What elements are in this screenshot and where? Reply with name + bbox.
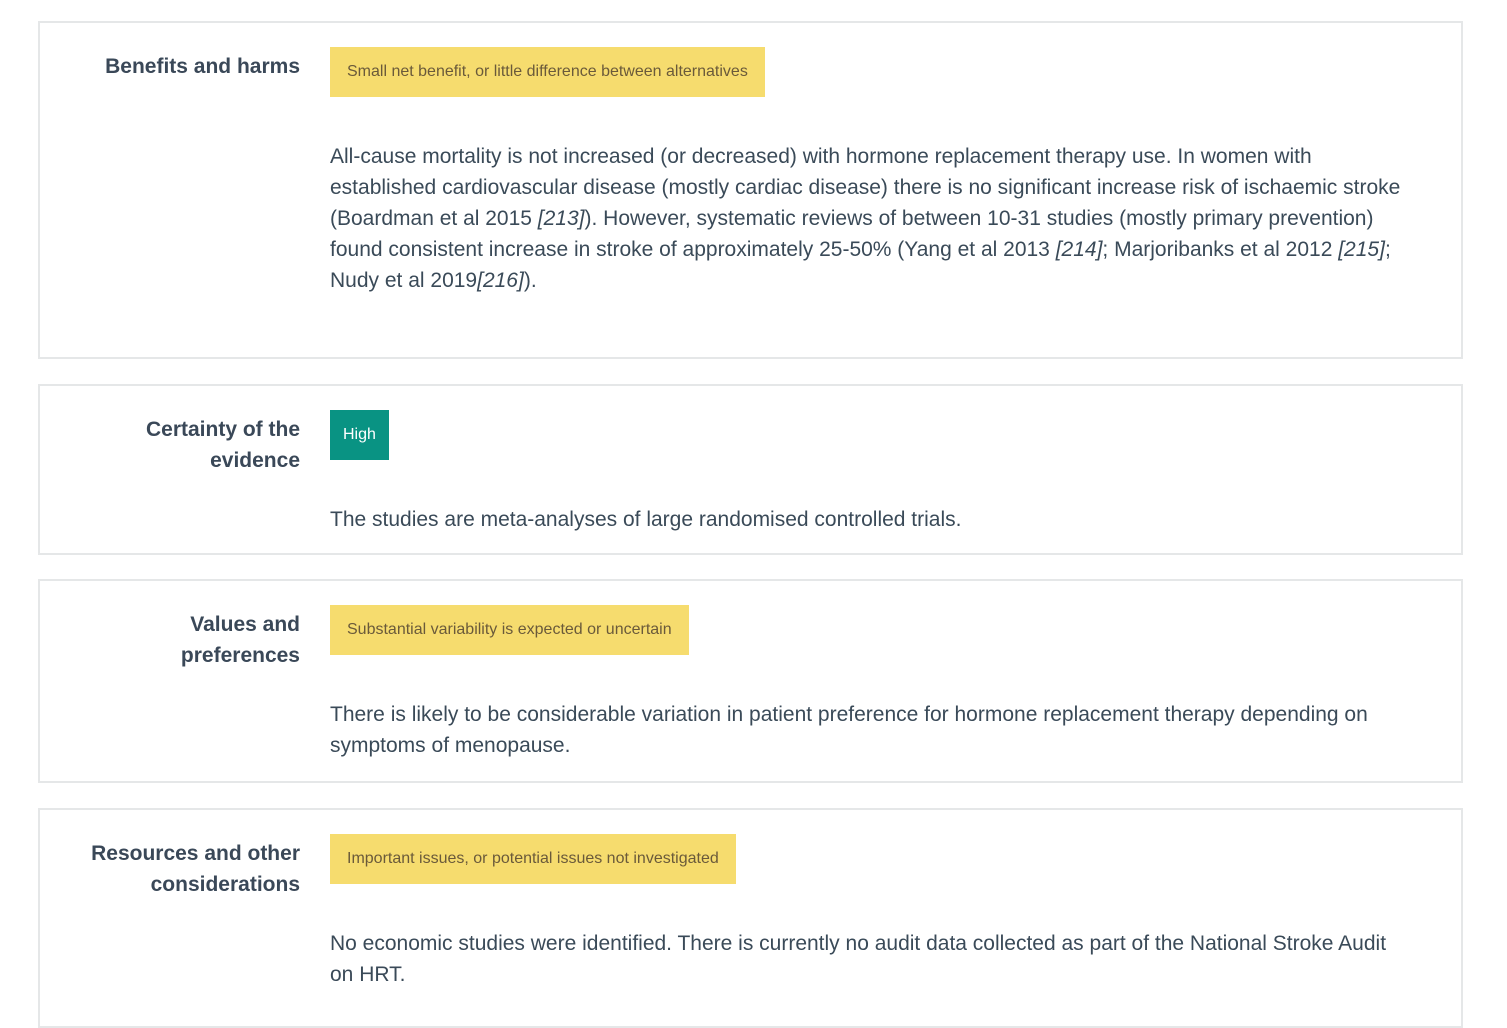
label-line: Resources and other [91, 842, 300, 865]
resources-rating-badge: Important issues, or potential issues no… [330, 834, 736, 884]
badge-text: High [343, 426, 376, 443]
benefits-and-harms-text: All-cause mortality is not increased (or… [330, 141, 1415, 296]
text-run: The studies are meta-analyses of large r… [330, 508, 962, 531]
values-and-preferences-panel: Values and preferences Substantial varia… [38, 579, 1463, 783]
certainty-of-evidence-text: The studies are meta-analyses of large r… [330, 504, 1415, 535]
label-line: preferences [180, 644, 300, 667]
label-line: considerations [150, 873, 300, 896]
text-run: ). [523, 269, 537, 292]
citation-216[interactable]: [216] [477, 269, 524, 292]
resources-text: No economic studies were identified. The… [330, 928, 1415, 990]
section-label-text: Benefits and harms [105, 55, 300, 78]
resources-panel: Resources and other considerations Impor… [38, 808, 1463, 1028]
certainty-of-evidence-panel: Certainty of the evidence High The studi… [38, 384, 1463, 555]
text-run: ; Marjoribanks et al 2012 [1102, 238, 1339, 261]
label-line: Certainty of the [145, 418, 300, 441]
citation-213[interactable]: [213] [538, 207, 585, 230]
text-run: There is likely to be considerable varia… [330, 703, 1368, 757]
label-line: Values and [190, 613, 300, 636]
badge-text: Small net benefit, or little difference … [347, 63, 748, 80]
benefits-and-harms-panel: Benefits and harms Small net benefit, or… [38, 21, 1463, 359]
certainty-rating-badge: High [330, 410, 389, 460]
citation-215[interactable]: [215] [1338, 238, 1385, 261]
citation-214[interactable]: [214] [1056, 238, 1103, 261]
section-label-certainty-of-evidence: Certainty of the evidence [40, 414, 300, 476]
section-label-resources: Resources and other considerations [40, 838, 300, 900]
badge-text: Substantial variability is expected or u… [347, 621, 672, 638]
label-line: evidence [210, 449, 300, 472]
benefits-rating-badge: Small net benefit, or little difference … [330, 47, 765, 97]
section-label-values-and-preferences: Values and preferences [40, 609, 300, 671]
badge-text: Important issues, or potential issues no… [347, 850, 719, 867]
values-and-preferences-text: There is likely to be considerable varia… [330, 699, 1415, 761]
section-label-benefits-and-harms: Benefits and harms [40, 51, 300, 82]
text-run: No economic studies were identified. The… [330, 932, 1387, 986]
values-rating-badge: Substantial variability is expected or u… [330, 605, 689, 655]
